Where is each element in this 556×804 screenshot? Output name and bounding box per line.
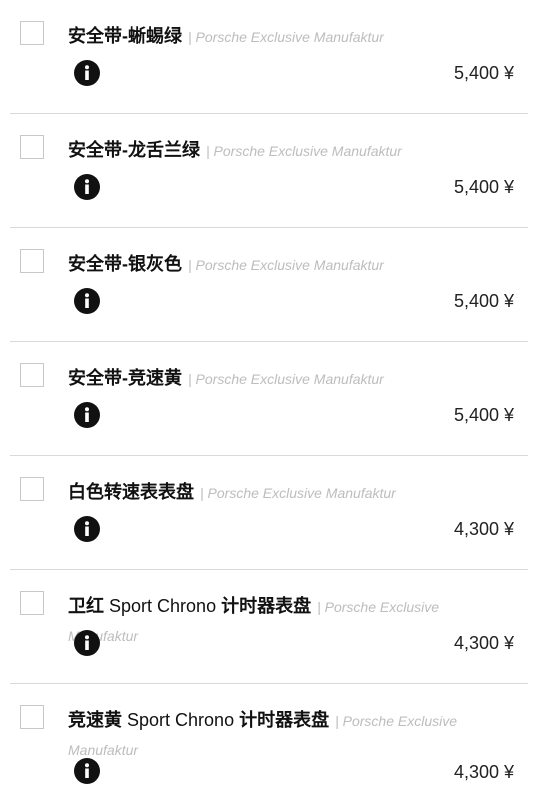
- option-name-prefix: 竞速黄: [68, 710, 128, 730]
- option-title: 安全带-竞速黄 | Porsche Exclusive Manufaktur: [68, 364, 510, 393]
- info-icon[interactable]: [74, 60, 100, 86]
- brand-suffix: | Porsche Exclusive Manufaktur: [206, 143, 402, 159]
- option-name: 安全带-银灰色: [68, 254, 182, 274]
- option-price: 5,400 ¥: [453, 177, 514, 197]
- brand-suffix: | Porsche Exclusive Manufaktur: [188, 29, 384, 45]
- option-row: 安全带-龙舌兰绿 | Porsche Exclusive Manufaktur 5…: [10, 114, 528, 228]
- brand-suffix: | Porsche Exclusive Manufaktur: [188, 371, 384, 387]
- option-name: 安全带-龙舌兰绿: [68, 140, 200, 160]
- option-price: 5,400 ¥: [453, 405, 514, 425]
- option-price: 4,300 ¥: [453, 762, 514, 782]
- option-name: 安全带-竞速黄: [68, 368, 182, 388]
- option-row: 安全带-蜥蜴绿 | Porsche Exclusive Manufaktur 5,…: [10, 0, 528, 114]
- option-title: 安全带-银灰色 | Porsche Exclusive Manufaktur: [68, 250, 510, 279]
- option-title: 安全带-蜥蜴绿 | Porsche Exclusive Manufaktur: [68, 22, 510, 51]
- info-icon[interactable]: [74, 516, 100, 542]
- option-price: 5,400 ¥: [453, 291, 514, 311]
- option-name-latin: Sport Chrono: [109, 596, 217, 616]
- option-name-prefix: 卫红: [68, 596, 110, 616]
- option-row: 安全带-银灰色 | Porsche Exclusive Manufaktur 5,…: [10, 228, 528, 342]
- option-row: 竞速黄 Sport Chrono 计时器表盘 | Porsche Exclusiv…: [10, 684, 528, 804]
- option-title: 安全带-龙舌兰绿 | Porsche Exclusive Manufaktur: [68, 136, 510, 165]
- option-price: 4,300 ¥: [453, 633, 514, 653]
- info-icon[interactable]: [74, 758, 100, 784]
- info-icon[interactable]: [74, 402, 100, 428]
- option-title: 卫红 Sport Chrono 计时器表盘 | Porsche Exclusive…: [68, 592, 510, 650]
- option-price: 4,300 ¥: [453, 519, 514, 539]
- option-checkbox[interactable]: [20, 591, 44, 615]
- option-title: 竞速黄 Sport Chrono 计时器表盘 | Porsche Exclusiv…: [68, 706, 510, 764]
- option-checkbox[interactable]: [20, 249, 44, 273]
- info-icon[interactable]: [74, 174, 100, 200]
- option-name-latin: Sport Chrono: [127, 710, 235, 730]
- option-name: 安全带-蜥蜴绿: [68, 26, 182, 46]
- option-name-suffix: 计时器表盘: [234, 710, 330, 730]
- option-row: 卫红 Sport Chrono 计时器表盘 | Porsche Exclusive…: [10, 570, 528, 684]
- option-checkbox[interactable]: [20, 363, 44, 387]
- option-list: 安全带-蜥蜴绿 | Porsche Exclusive Manufaktur 5,…: [10, 0, 528, 804]
- brand-suffix: | Porsche Exclusive Manufaktur: [188, 257, 384, 273]
- info-icon[interactable]: [74, 630, 100, 656]
- option-checkbox[interactable]: [20, 477, 44, 501]
- option-row: 安全带-竞速黄 | Porsche Exclusive Manufaktur 5,…: [10, 342, 528, 456]
- info-icon[interactable]: [74, 288, 100, 314]
- option-row: 白色转速表表盘 | Porsche Exclusive Manufaktur 4,…: [10, 456, 528, 570]
- option-title: 白色转速表表盘 | Porsche Exclusive Manufaktur: [68, 478, 510, 507]
- brand-suffix: | Porsche Exclusive Manufaktur: [200, 485, 396, 501]
- option-price: 5,400 ¥: [453, 63, 514, 83]
- option-checkbox[interactable]: [20, 135, 44, 159]
- option-checkbox[interactable]: [20, 21, 44, 45]
- option-checkbox[interactable]: [20, 705, 44, 729]
- option-name: 白色转速表表盘: [68, 482, 194, 502]
- option-name-suffix: 计时器表盘: [216, 596, 312, 616]
